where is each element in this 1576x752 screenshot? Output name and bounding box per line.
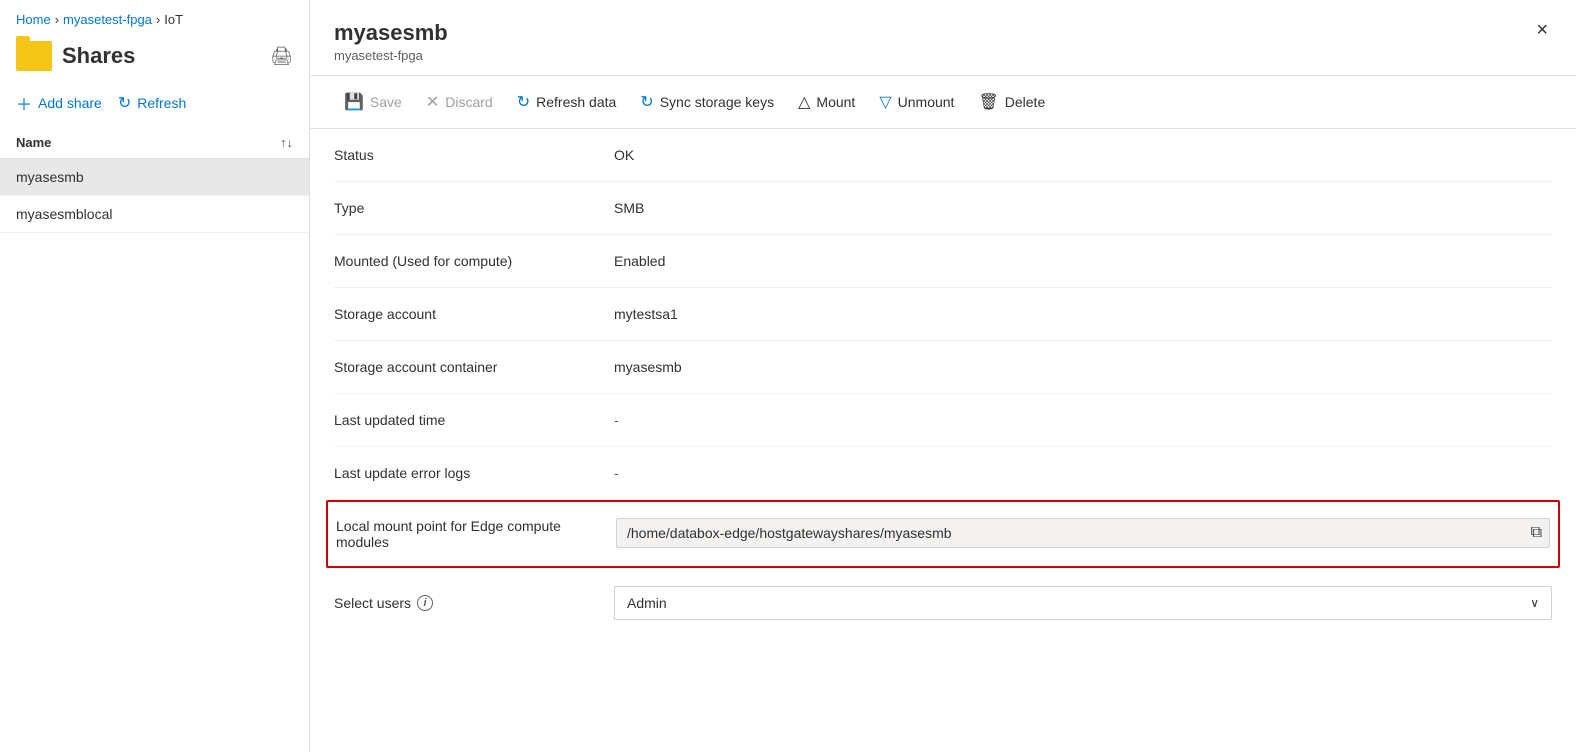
last-updated-row: Last updated time -	[334, 394, 1552, 447]
status-label: Status	[334, 147, 614, 163]
last-error-label: Last update error logs	[334, 465, 614, 481]
sidebar-item-myasesmblocal[interactable]: myasesmblocal	[0, 196, 309, 233]
breadcrumb-current: IoT	[164, 12, 183, 27]
breadcrumb-resource[interactable]: myasetest-fpga	[63, 12, 152, 27]
sidebar-actions: ＋ Add share ↻ Refresh	[0, 79, 309, 127]
save-icon: 💾	[344, 92, 364, 112]
last-updated-label: Last updated time	[334, 412, 614, 428]
refresh-button[interactable]: ↻ Refresh	[118, 89, 186, 117]
unmount-button[interactable]: ▽ Unmount	[869, 86, 964, 118]
mounted-value: Enabled	[614, 253, 1552, 269]
unmount-icon: ▽	[879, 92, 891, 112]
copy-button[interactable]: ⧉	[1529, 522, 1544, 544]
select-users-dropdown[interactable]: Admin ∨	[614, 586, 1552, 620]
mounted-row: Mounted (Used for compute) Enabled	[334, 235, 1552, 288]
mount-point-row: Local mount point for Edge compute modul…	[326, 500, 1560, 568]
mount-point-label: Local mount point for Edge compute modul…	[336, 518, 616, 550]
toolbar: 💾 Save ✕ Discard ↻ Refresh data ↻ Sync s…	[310, 76, 1576, 129]
breadcrumb-home[interactable]: Home	[16, 12, 51, 27]
refresh-data-icon: ↻	[517, 92, 530, 112]
storage-container-label: Storage account container	[334, 359, 614, 375]
status-value: OK	[614, 147, 1552, 163]
select-users-label: Select users i	[334, 595, 614, 611]
folder-icon	[16, 41, 52, 71]
mounted-label: Mounted (Used for compute)	[334, 253, 614, 269]
mount-button[interactable]: △ Mount	[788, 86, 865, 118]
type-label: Type	[334, 200, 614, 216]
storage-container-row: Storage account container myasesmb	[334, 341, 1552, 394]
breadcrumb: Home › myasetest-fpga › IoT	[0, 0, 309, 33]
last-error-row: Last update error logs -	[334, 447, 1552, 500]
info-icon[interactable]: i	[417, 595, 433, 611]
sidebar: Home › myasetest-fpga › IoT Shares 🖨 ＋ A…	[0, 0, 310, 752]
panel-subtitle: myasetest-fpga	[334, 48, 448, 63]
mount-input-wrapper: ⧉	[616, 518, 1550, 548]
add-share-button[interactable]: ＋ Add share	[16, 87, 102, 119]
panel-header: myasesmb myasetest-fpga ×	[310, 0, 1576, 76]
status-row: Status OK	[334, 129, 1552, 182]
add-icon: ＋	[16, 91, 32, 115]
print-icon[interactable]: 🖨	[270, 46, 293, 67]
last-updated-value: -	[614, 412, 1552, 428]
storage-account-label: Storage account	[334, 306, 614, 322]
mount-point-input[interactable]	[616, 518, 1550, 548]
sidebar-title: Shares	[62, 43, 260, 69]
chevron-down-icon: ∨	[1530, 596, 1539, 610]
select-users-value: Admin	[627, 595, 667, 611]
delete-button[interactable]: 🗑 Delete	[968, 86, 1055, 118]
sidebar-list-header: Name ↑↓	[0, 127, 309, 159]
select-users-row: Select users i Admin ∨	[334, 568, 1552, 638]
sidebar-header: Shares 🖨	[0, 33, 309, 79]
delete-icon: 🗑	[978, 92, 998, 112]
discard-button[interactable]: ✕ Discard	[416, 86, 503, 118]
sort-icon[interactable]: ↑↓	[280, 135, 293, 150]
save-button[interactable]: 💾 Save	[334, 86, 412, 118]
refresh-icon: ↻	[118, 93, 131, 113]
last-error-value: -	[614, 465, 1552, 481]
content: Status OK Type SMB Mounted (Used for com…	[310, 129, 1576, 752]
type-row: Type SMB	[334, 182, 1552, 235]
type-value: SMB	[614, 200, 1552, 216]
sync-icon: ↻	[640, 92, 653, 112]
sidebar-item-myasesmb[interactable]: myasesmb	[0, 159, 309, 196]
sync-storage-button[interactable]: ↻ Sync storage keys	[630, 86, 784, 118]
discard-icon: ✕	[426, 92, 439, 112]
close-button[interactable]: ×	[1532, 20, 1552, 40]
storage-account-row: Storage account mytestsa1	[334, 288, 1552, 341]
panel-title-block: myasesmb myasetest-fpga	[334, 20, 448, 63]
main-panel: myasesmb myasetest-fpga × 💾 Save ✕ Disca…	[310, 0, 1576, 752]
storage-account-value: mytestsa1	[614, 306, 1552, 322]
panel-title: myasesmb	[334, 20, 448, 46]
refresh-data-button[interactable]: ↻ Refresh data	[507, 86, 627, 118]
name-column-header: Name	[16, 135, 51, 150]
mount-icon: △	[798, 92, 810, 112]
storage-container-value: myasesmb	[614, 359, 1552, 375]
